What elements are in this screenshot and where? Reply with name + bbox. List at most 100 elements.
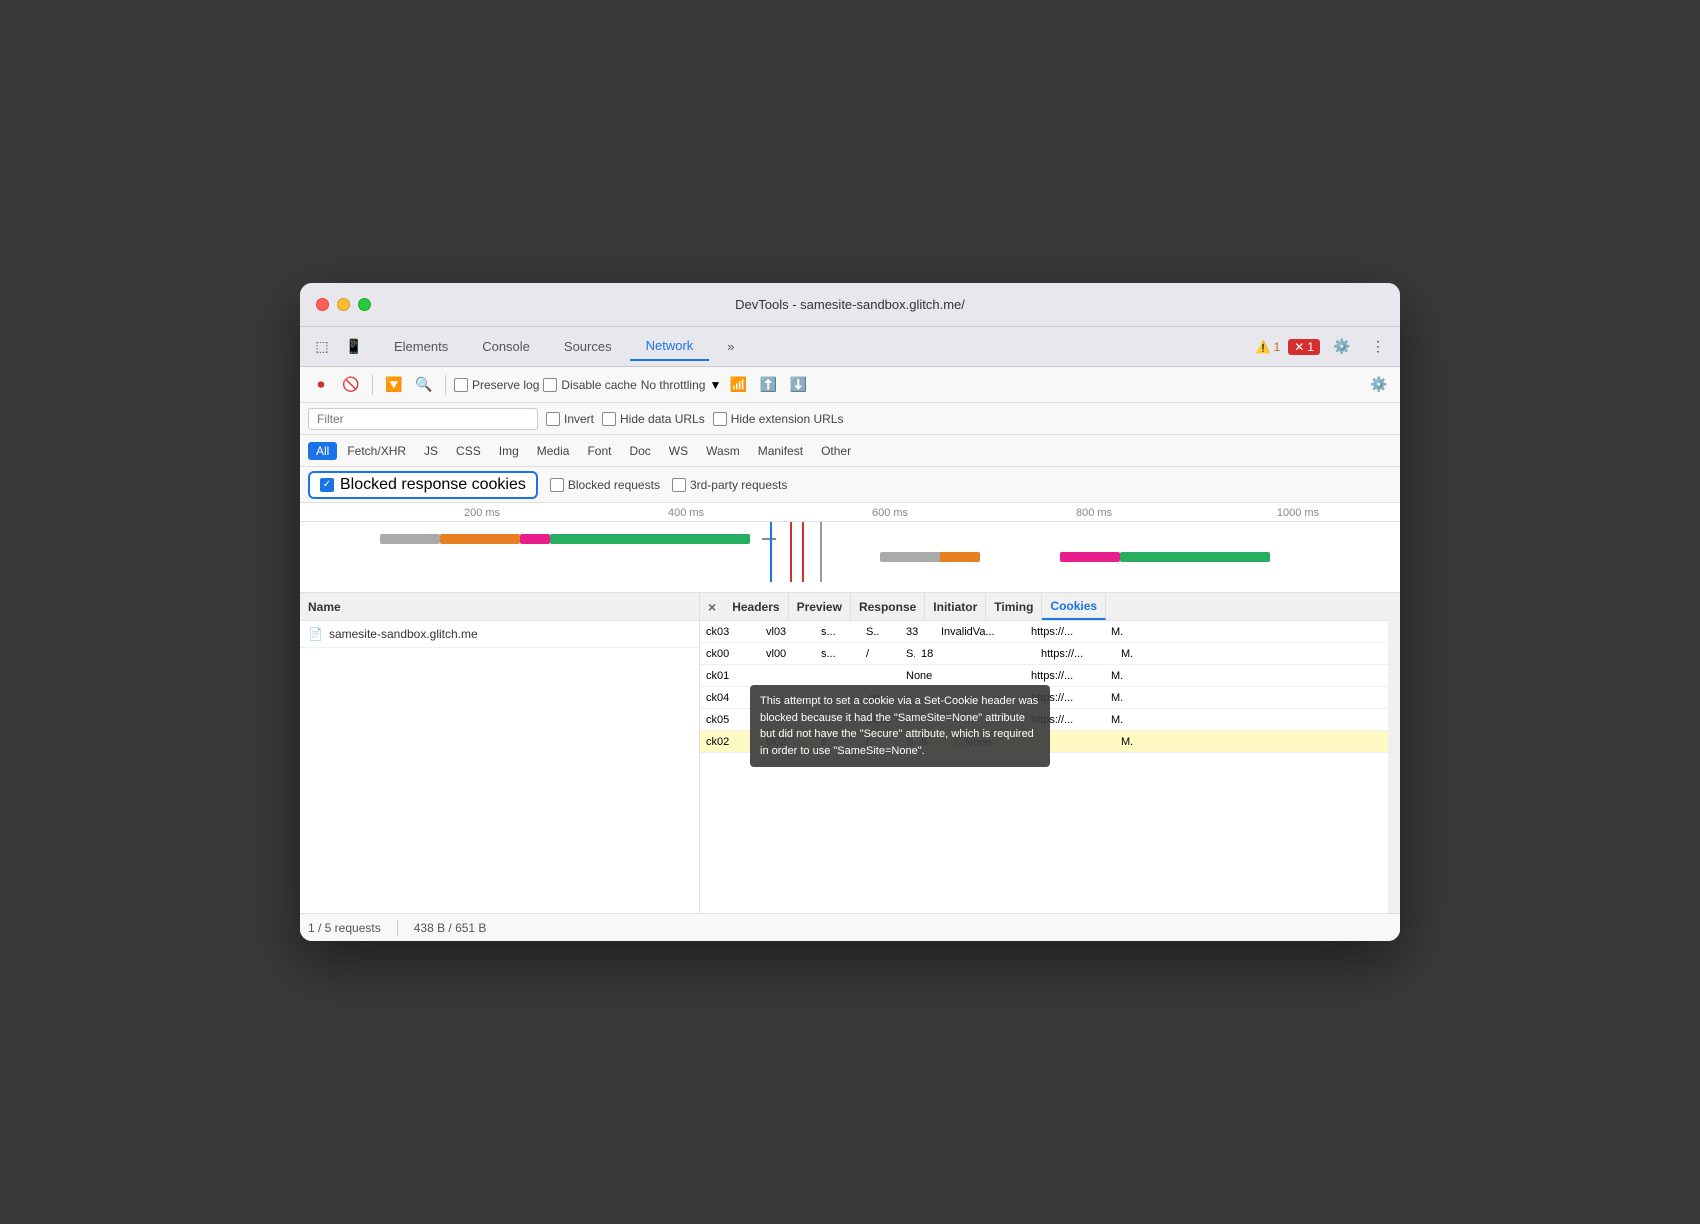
timeline-600ms: 600 ms [788, 507, 992, 519]
blocked-row: ✓ Blocked response cookies Blocked reque… [300, 467, 1400, 503]
stop-button[interactable]: ⏺ [308, 372, 334, 398]
timeline-1000ms: 1000 ms [1196, 507, 1400, 519]
network-settings-icon[interactable]: ⚙️ [1366, 372, 1392, 398]
type-ws[interactable]: WS [661, 442, 696, 460]
list-item[interactable]: 📄 samesite-sandbox.glitch.me [300, 621, 699, 648]
filter-input[interactable] [308, 408, 538, 430]
hide-data-checkbox[interactable] [602, 412, 616, 426]
tab-network[interactable]: Network [630, 332, 710, 361]
cookie-size-2: 18 [915, 643, 945, 664]
type-filter-row: All Fetch/XHR JS CSS Img Media Font Doc … [300, 435, 1400, 467]
close-panel-button[interactable]: × [700, 593, 724, 620]
third-party-checkbox[interactable] [672, 478, 686, 492]
tab-more[interactable]: » [711, 333, 750, 360]
type-other[interactable]: Other [813, 442, 859, 460]
download-icon[interactable]: ⬇️ [785, 372, 811, 398]
blocked-cookies-filter[interactable]: ✓ Blocked response cookies [308, 471, 538, 499]
table-row[interactable]: ck01 None https://... M. This attempt to… [700, 665, 1388, 687]
table-row[interactable]: ck00 vl00 s... / S.. 18 https://... M. [700, 643, 1388, 665]
scrollbar[interactable] [1388, 593, 1400, 913]
type-manifest[interactable]: Manifest [750, 442, 811, 460]
close-button[interactable] [316, 298, 329, 311]
cookie-cookies-3: M. [1105, 665, 1135, 686]
cookie-domain-6: / [860, 731, 900, 752]
cookie-timing-2: https://... [1035, 643, 1115, 664]
blocked-cookies-checkbox[interactable]: ✓ [320, 478, 334, 492]
warning-count: 1 [1274, 340, 1281, 354]
preview-tab[interactable]: Preview [789, 593, 851, 620]
table-container: Name 📄 samesite-sandbox.glitch.me × Head… [300, 593, 1400, 913]
response-tab[interactable]: Response [851, 593, 925, 620]
maximize-button[interactable] [358, 298, 371, 311]
type-font[interactable]: Font [579, 442, 619, 460]
search-icon[interactable]: 🔍 [411, 372, 437, 398]
throttle-dropdown-icon[interactable]: ▼ [709, 378, 721, 392]
initiator-tab[interactable]: Initiator [925, 593, 986, 620]
type-doc[interactable]: Doc [621, 442, 658, 460]
transfer-size: 438 B / 651 B [414, 921, 487, 935]
cookie-cookies-1: M. [1105, 621, 1135, 642]
cookies-tab[interactable]: Cookies [1042, 593, 1106, 620]
tab-sources[interactable]: Sources [548, 333, 628, 360]
cookie-timing-4: https://... [1025, 687, 1105, 708]
clear-button[interactable]: 🚫 [338, 372, 364, 398]
left-panel: Name 📄 samesite-sandbox.glitch.me [300, 593, 700, 913]
cookie-cookies-2: M. [1115, 643, 1145, 664]
headers-tab[interactable]: Headers [724, 593, 788, 620]
cookie-path-6: s... [815, 731, 860, 752]
type-all[interactable]: All [308, 442, 337, 460]
cookie-domain-2: / [860, 643, 900, 664]
cookie-initiator-5 [935, 709, 1025, 730]
upload-icon[interactable]: ⬆️ [755, 372, 781, 398]
type-img[interactable]: Img [491, 442, 527, 460]
timing-tab[interactable]: Timing [986, 593, 1042, 620]
more-icon[interactable]: ⋮ [1364, 333, 1392, 361]
timeline-dash [762, 538, 776, 540]
cookie-cookies-5: M. [1105, 709, 1135, 730]
cookie-domain-3 [860, 665, 900, 686]
table-row[interactable]: ck02 vl02 s... / S.. 8 ⓘ None M. [700, 731, 1388, 753]
timeline-area: 200 ms 400 ms 600 ms 800 ms 1000 ms [300, 503, 1400, 593]
preserve-log-checkbox[interactable] [454, 378, 468, 392]
type-wasm[interactable]: Wasm [698, 442, 748, 460]
cookie-s2-6: S.. [900, 731, 915, 752]
cookie-path-1: s... [815, 621, 860, 642]
third-party-label: 3rd-party requests [690, 478, 787, 492]
type-css[interactable]: CSS [448, 442, 489, 460]
right-panel: × Headers Preview Response Initiator Tim… [700, 593, 1388, 913]
tab-console[interactable]: Console [466, 333, 546, 360]
type-media[interactable]: Media [529, 442, 578, 460]
tab-elements[interactable]: Elements [378, 333, 464, 360]
table-row[interactable]: ck05 Strict https://... M. [700, 709, 1388, 731]
filter-icon[interactable]: 🔽 [381, 372, 407, 398]
name-col-label: Name [308, 600, 341, 614]
cookie-cookies-6: M. [1115, 731, 1145, 752]
cookie-initiator-2 [945, 643, 1035, 664]
disable-cache-checkbox[interactable] [543, 378, 557, 392]
wifi-icon[interactable]: 📶 [725, 372, 751, 398]
cookie-val-ck04 [760, 687, 815, 708]
type-js[interactable]: JS [416, 442, 446, 460]
blocked-requests-checkbox[interactable] [550, 478, 564, 492]
filter-row: Invert Hide data URLs Hide extension URL… [300, 403, 1400, 435]
timeline-800ms: 800 ms [992, 507, 1196, 519]
invert-checkbox[interactable] [546, 412, 560, 426]
warning-triangle-icon: ⚠️ [1256, 340, 1271, 354]
type-fetch-xhr[interactable]: Fetch/XHR [339, 442, 414, 460]
blocked-cookies-label-text: Blocked response cookies [340, 476, 526, 494]
cookie-path-2: s... [815, 643, 860, 664]
settings-icon[interactable]: ⚙️ [1328, 333, 1356, 361]
minimize-button[interactable] [337, 298, 350, 311]
table-row[interactable]: ck03 vl03 s... S.. 33 InvalidVa... https… [700, 621, 1388, 643]
hide-ext-checkbox[interactable] [713, 412, 727, 426]
device-icon[interactable]: 📱 [340, 333, 368, 361]
devtools-body: ⬚ 📱 Elements Console Sources Network » ⚠… [300, 327, 1400, 941]
tab-bar: ⬚ 📱 Elements Console Sources Network » ⚠… [300, 327, 1400, 367]
cookie-size-5 [900, 709, 935, 730]
hide-ext-row: Hide extension URLs [713, 412, 844, 426]
cookie-timing-5: https://... [1025, 709, 1105, 730]
timeline-bar-orange [440, 534, 520, 544]
table-row[interactable]: ck04 .ax https://... M. [700, 687, 1388, 709]
preserve-log-row: Preserve log [454, 378, 539, 392]
cursor-icon[interactable]: ⬚ [308, 333, 336, 361]
